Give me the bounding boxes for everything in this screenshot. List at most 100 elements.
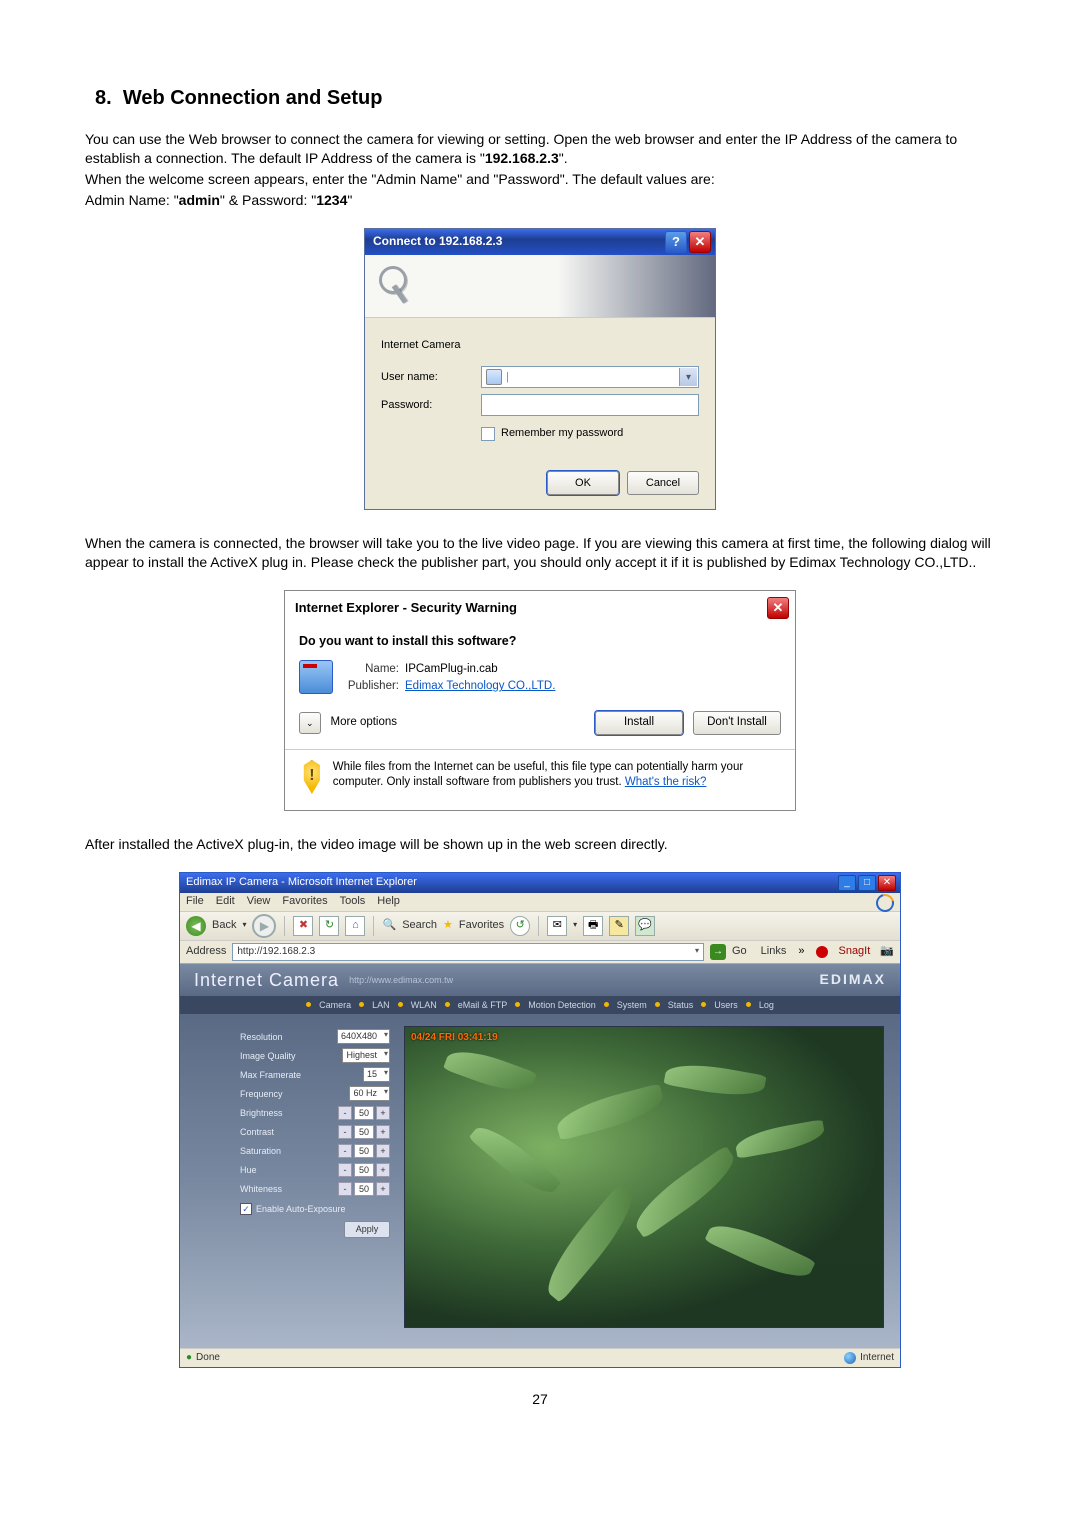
- menu-view[interactable]: View: [247, 894, 271, 909]
- camera-page-title: Internet Camera: [194, 968, 339, 992]
- more-options-toggle[interactable]: ⌄: [299, 712, 321, 734]
- tab-system[interactable]: System: [617, 999, 647, 1011]
- dialog-banner: [365, 255, 715, 318]
- forward-button[interactable]: ▶: [252, 914, 276, 938]
- user-icon: [486, 369, 502, 385]
- mail-button[interactable]: ✉: [547, 916, 567, 936]
- camera-nav-tabs: Camera LAN WLAN eMail & FTP Motion Detec…: [180, 996, 900, 1014]
- brightness-minus[interactable]: -: [338, 1106, 352, 1120]
- help-button[interactable]: ?: [665, 231, 687, 253]
- address-bar: Address http://192.168.2.3 ▾ → Go Links …: [180, 941, 900, 964]
- tab-log[interactable]: Log: [759, 999, 774, 1011]
- quality-select[interactable]: Highest: [342, 1048, 390, 1063]
- brand-logo: EDIMAX: [820, 970, 886, 989]
- menu-favorites[interactable]: Favorites: [282, 894, 327, 909]
- chevron-down-icon[interactable]: ▾: [695, 946, 699, 957]
- tab-users[interactable]: Users: [714, 999, 738, 1011]
- warning-text: While files from the Internet can be use…: [333, 760, 777, 791]
- back-dropdown-icon[interactable]: ▾: [242, 920, 246, 931]
- tab-lan[interactable]: LAN: [372, 999, 390, 1011]
- menu-tools[interactable]: Tools: [340, 894, 366, 909]
- video-timestamp: 04/24 FRI 03:41:19: [411, 1031, 498, 1045]
- snagit-icon: [816, 946, 828, 958]
- remember-checkbox[interactable]: [481, 427, 495, 441]
- minimize-button[interactable]: _: [838, 875, 856, 891]
- framerate-select[interactable]: 15: [363, 1067, 390, 1082]
- whiteness-plus[interactable]: +: [376, 1182, 390, 1196]
- links-label[interactable]: Links: [761, 944, 787, 959]
- status-done-icon: ●: [186, 1351, 192, 1365]
- browser-statusbar: ● Done Internet: [180, 1348, 900, 1367]
- back-label: Back: [212, 918, 236, 933]
- password-input[interactable]: [481, 394, 699, 416]
- after-paragraph: After installed the ActiveX plug-in, the…: [85, 835, 995, 854]
- brightness-plus[interactable]: +: [376, 1106, 390, 1120]
- apply-button[interactable]: Apply: [344, 1221, 390, 1238]
- mail-dropdown-icon[interactable]: ▾: [573, 920, 577, 931]
- whats-the-risk-link[interactable]: What's the risk?: [625, 776, 706, 788]
- tab-status[interactable]: Status: [668, 999, 694, 1011]
- go-button[interactable]: →: [710, 944, 726, 960]
- hue-value: 50: [354, 1163, 374, 1177]
- brightness-value: 50: [354, 1106, 374, 1120]
- username-input[interactable]: | ▾: [481, 366, 699, 388]
- tab-wlan[interactable]: WLAN: [411, 999, 437, 1011]
- cancel-button[interactable]: Cancel: [627, 471, 699, 495]
- browser-titlebar: Edimax IP Camera - Microsoft Internet Ex…: [180, 873, 900, 893]
- saturation-minus[interactable]: -: [338, 1144, 352, 1158]
- whiteness-value: 50: [354, 1182, 374, 1196]
- tab-motion-detection[interactable]: Motion Detection: [528, 999, 596, 1011]
- print-button[interactable]: 🖶: [583, 916, 603, 936]
- edit-button[interactable]: ✎: [609, 916, 629, 936]
- frequency-select[interactable]: 60 Hz: [349, 1086, 390, 1101]
- toolbar-search[interactable]: Search: [402, 918, 437, 933]
- install-button[interactable]: Install: [595, 711, 683, 735]
- status-text: Done: [196, 1351, 220, 1365]
- resolution-select[interactable]: 640X480: [337, 1029, 390, 1044]
- realm-label: Internet Camera: [381, 338, 460, 353]
- back-button[interactable]: ◀: [186, 916, 206, 936]
- camera-controls-panel: Resolution 640X480 Image Quality Highest…: [240, 1026, 390, 1328]
- tab-camera[interactable]: Camera: [319, 999, 351, 1011]
- maximize-button[interactable]: □: [858, 875, 876, 891]
- contrast-plus[interactable]: +: [376, 1125, 390, 1139]
- saturation-label: Saturation: [240, 1145, 281, 1157]
- close-button[interactable]: ✕: [767, 597, 789, 619]
- hue-minus[interactable]: -: [338, 1163, 352, 1177]
- home-button[interactable]: ⌂: [345, 916, 365, 936]
- camera-page-url: http://www.edimax.com.tw: [349, 974, 453, 986]
- publisher-link[interactable]: Edimax Technology CO.,LTD.: [405, 679, 555, 695]
- menu-edit[interactable]: Edit: [216, 894, 235, 909]
- ok-button[interactable]: OK: [547, 471, 619, 495]
- auto-exposure-checkbox[interactable]: ✓: [240, 1203, 252, 1215]
- hue-plus[interactable]: +: [376, 1163, 390, 1177]
- address-input[interactable]: http://192.168.2.3 ▾: [232, 943, 704, 961]
- middle-paragraph: When the camera is connected, the browse…: [85, 534, 995, 572]
- software-name: IPCamPlug-in.cab: [405, 662, 498, 678]
- security-warning-dialog: Internet Explorer - Security Warning ✕ D…: [284, 590, 796, 811]
- chevron-down-icon[interactable]: ▾: [679, 368, 697, 386]
- tab-email-ftp[interactable]: eMail & FTP: [458, 999, 508, 1011]
- whiteness-label: Whiteness: [240, 1183, 282, 1195]
- auto-exposure-label: Enable Auto-Exposure: [256, 1203, 346, 1215]
- more-options-label: More options: [331, 715, 397, 731]
- discuss-button[interactable]: 💬: [635, 916, 655, 936]
- menu-file[interactable]: File: [186, 894, 204, 909]
- stop-button[interactable]: ✖: [293, 916, 313, 936]
- favorites-icon: ★: [443, 918, 453, 933]
- contrast-minus[interactable]: -: [338, 1125, 352, 1139]
- saturation-plus[interactable]: +: [376, 1144, 390, 1158]
- go-label: Go: [732, 944, 747, 959]
- hue-label: Hue: [240, 1164, 257, 1176]
- menu-help[interactable]: Help: [377, 894, 400, 909]
- whiteness-minus[interactable]: -: [338, 1182, 352, 1196]
- dont-install-button[interactable]: Don't Install: [693, 711, 781, 735]
- close-button[interactable]: ✕: [689, 231, 711, 253]
- history-button[interactable]: ↺: [510, 916, 530, 936]
- browser-menubar: File Edit View Favorites Tools Help: [180, 893, 900, 912]
- snagit-label[interactable]: SnagIt: [838, 944, 870, 959]
- frequency-label: Frequency: [240, 1088, 283, 1100]
- toolbar-favorites[interactable]: Favorites: [459, 918, 504, 933]
- close-button[interactable]: ✕: [878, 875, 896, 891]
- refresh-button[interactable]: ↻: [319, 916, 339, 936]
